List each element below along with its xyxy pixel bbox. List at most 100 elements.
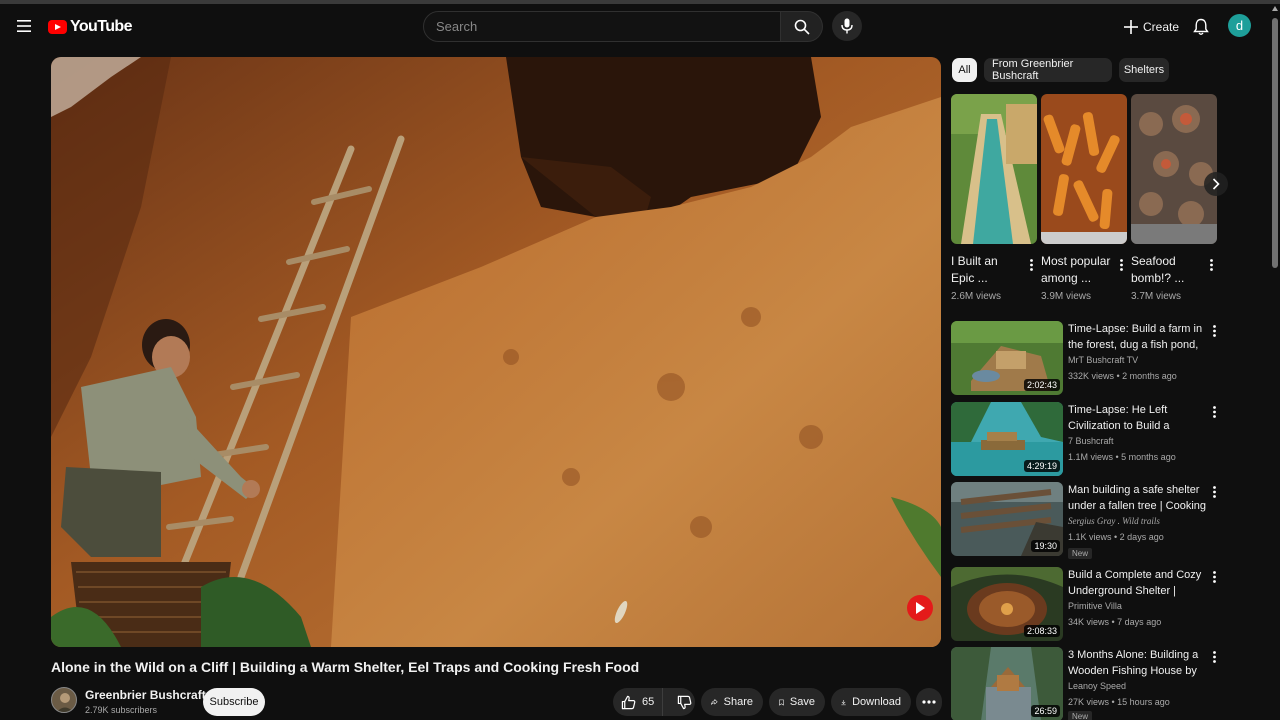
save-icon [779,699,784,705]
short-thumbnail[interactable] [1041,94,1127,244]
kebab-icon[interactable] [1209,404,1219,420]
video-meta: 332K views • 2 months ago [1068,371,1177,381]
bell-icon [1193,18,1209,35]
kebab-icon[interactable] [1205,257,1217,273]
share-label: Share [723,696,753,708]
chevron-right-icon [1212,178,1220,190]
video-duration: 26:59 [1031,705,1060,717]
kebab-icon[interactable] [1025,257,1037,273]
kebab-icon[interactable] [1209,569,1219,585]
scroll-up-arrow[interactable] [1272,6,1278,11]
short-views: 2.6M views [951,291,1002,302]
thumbs-down-icon [678,695,692,709]
video-title: Man building a safe shelter under a fall… [1068,484,1206,512]
player-youtube-icon[interactable] [907,595,933,621]
notifications-button[interactable] [1188,14,1214,40]
channel-name: Sergius Gray . Wild trails [1068,516,1160,526]
mic-icon [841,18,853,34]
kebab-icon[interactable] [1209,484,1219,500]
search-box[interactable] [423,11,781,42]
video-title: Alone in the Wild on a Cliff | Building … [51,659,640,675]
video-frame [51,57,941,647]
recommended-video[interactable]: 19:30 Man building a safe shelter under … [951,482,1221,559]
video-title: Build a Complete and Cozy Underground Sh… [1068,569,1202,597]
search-input[interactable] [436,19,768,34]
dislike-button[interactable] [669,688,700,716]
short-thumbnail[interactable] [1131,94,1217,244]
like-button[interactable]: 65 [613,688,664,716]
like-dislike-group: 65 [613,688,695,716]
recommended-video[interactable]: 2:02:43 Time-Lapse: Build a farm in the … [951,321,1221,397]
video-duration: 2:08:33 [1023,625,1060,637]
voice-search-button[interactable] [832,11,862,41]
video-thumbnail[interactable]: 19:30 [951,482,1063,556]
kebab-icon[interactable] [1115,257,1127,273]
logo-text: YouTube [70,18,132,35]
new-badge: New [1068,548,1093,559]
subscriber-count: 2.79K subscribers [85,705,158,715]
video-thumbnail[interactable]: 2:08:33 [951,567,1063,641]
video-meta: 1.1M views • 5 months ago [1068,452,1176,462]
short-item[interactable]: Seafood bomb!? ... 3.7M views [1131,94,1217,302]
kebab-icon[interactable] [1209,323,1219,339]
avatar-letter: d [1235,18,1244,33]
channel-name[interactable]: Greenbrier Bushcraft [85,688,206,702]
new-badge: New [1068,711,1093,720]
video-player[interactable] [51,57,941,647]
kebab-icon[interactable] [1209,649,1219,665]
save-button[interactable]: Save [769,688,825,716]
video-title: Time-Lapse: Build a farm in the forest, … [1068,323,1203,351]
short-item[interactable]: Most popular among ... 3.9M views [1041,94,1127,302]
search-button[interactable] [781,11,823,42]
video-title: Time-Lapse: He Left Civilization to Buil… [1068,404,1170,432]
chip-all[interactable]: All [952,58,977,82]
short-thumbnail[interactable] [951,94,1037,244]
video-thumbnail[interactable]: 2:02:43 [951,321,1063,395]
search-icon [794,19,810,35]
chip-shelters[interactable]: Shelters [1119,58,1169,82]
video-thumbnail[interactable]: 4:29:19 [951,402,1063,476]
recommended-video[interactable]: 26:59 3 Months Alone: Building a Wooden … [951,647,1221,720]
download-label: Download [852,696,901,708]
video-title: 3 Months Alone: Building a Wooden Fishin… [1068,649,1199,677]
short-views: 3.9M views [1041,291,1092,302]
channel-name: Leanoy Speed [1068,681,1127,691]
more-actions-button[interactable] [916,688,942,716]
channel-name: 7 Bushcraft [1068,436,1114,446]
video-thumbnail[interactable]: 26:59 [951,647,1063,720]
shorts-next-button[interactable] [1204,172,1228,196]
video-duration: 2:02:43 [1023,379,1060,391]
scroll-thumb[interactable] [1272,18,1278,268]
chip-from-channel[interactable]: From Greenbrier Bushcraft [984,58,1112,82]
video-duration: 19:30 [1031,540,1060,552]
create-label: Create [1143,20,1180,34]
short-title: Seafood bomb!? ... [1131,254,1185,285]
recommended-video[interactable]: 4:29:19 Time-Lapse: He Left Civilization… [951,402,1221,478]
menu-icon[interactable] [12,14,36,38]
share-icon [711,699,718,705]
video-duration: 4:29:19 [1023,460,1060,472]
youtube-logo[interactable]: YouTube [48,16,132,38]
channel-name: Primitive Villa [1068,601,1122,611]
thumbs-up-icon [621,695,636,709]
like-count: 65 [642,696,655,708]
download-icon [841,699,846,705]
more-icon [922,700,936,704]
channel-name: MrT Bushcraft TV [1068,355,1139,365]
plus-icon [1124,20,1138,34]
video-meta: 27K views • 15 hours ago [1068,697,1170,707]
short-item[interactable]: I Built an Epic ... 2.6M views [951,94,1037,302]
page-scrollbar[interactable] [1271,4,1280,720]
save-label: Save [789,696,815,708]
video-meta: 34K views • 7 days ago [1068,617,1162,627]
short-views: 3.7M views [1131,291,1182,302]
create-button[interactable]: Create [1116,14,1187,40]
channel-avatar[interactable] [51,687,77,713]
short-title: Most popular among ... [1041,254,1111,285]
recommended-video[interactable]: 2:08:33 Build a Complete and Cozy Underg… [951,567,1221,643]
video-meta: 1.1K views • 2 days ago [1068,532,1164,542]
subscribe-button[interactable]: Subscribe [203,688,265,716]
download-button[interactable]: Download [831,688,911,716]
share-button[interactable]: Share [701,688,763,716]
avatar[interactable]: d [1228,14,1251,37]
